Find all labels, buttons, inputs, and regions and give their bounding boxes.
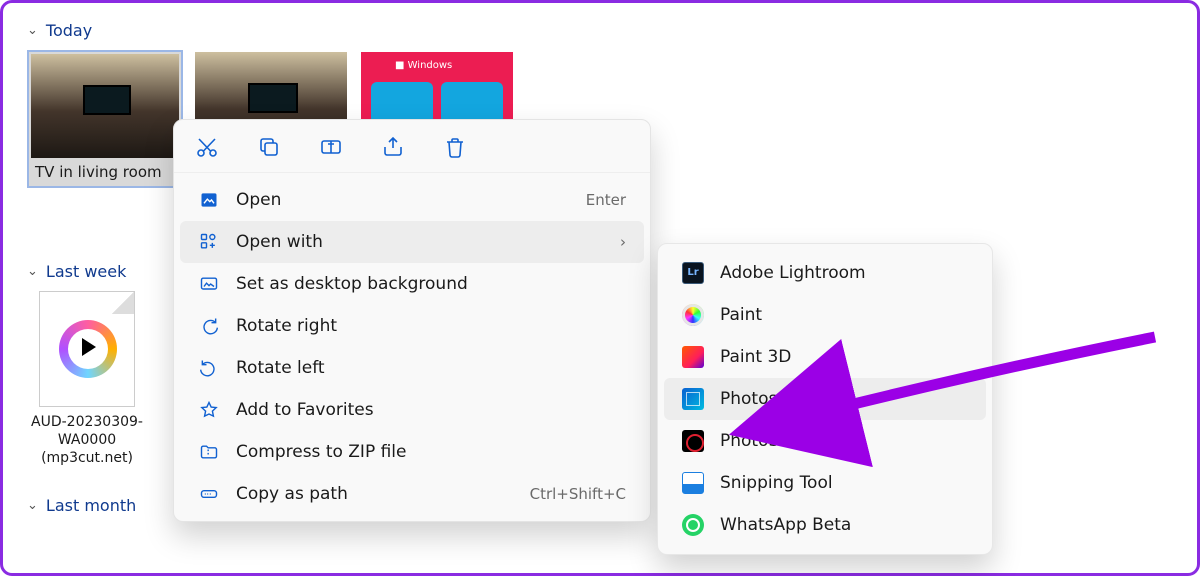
paint3d-icon [682, 346, 704, 368]
menu-zip-label: Compress to ZIP file [236, 442, 626, 462]
app-paint-label: Paint [720, 305, 762, 325]
app-snipping-label: Snipping Tool [720, 473, 833, 493]
thumbnail-tv-living-room[interactable]: TV in living room [27, 50, 183, 188]
menu-favorites-label: Add to Favorites [236, 400, 626, 420]
thumbnail-caption: TV in living room [29, 160, 181, 186]
menu-rotate-left-label: Rotate left [236, 358, 626, 378]
image-icon [198, 189, 220, 211]
snipping-icon [682, 472, 704, 494]
menu-copy-path-label: Copy as path [236, 484, 514, 504]
app-snipping[interactable]: Snipping Tool [664, 462, 986, 504]
chevron-down-icon: ⌄ [27, 498, 38, 513]
menu-open-hint: Enter [586, 191, 626, 209]
star-icon [198, 399, 220, 421]
photos-icon [682, 388, 704, 410]
zip-icon [198, 441, 220, 463]
context-menu: Open Enter Open with › Set as desktop ba… [173, 119, 651, 522]
photoscape-icon [682, 430, 704, 452]
file-icon [39, 291, 135, 407]
share-icon[interactable] [380, 134, 406, 160]
menu-set-bg-label: Set as desktop background [236, 274, 626, 294]
menu-zip[interactable]: Compress to ZIP file [180, 431, 644, 473]
paint-icon [682, 304, 704, 326]
app-paint3d-label: Paint 3D [720, 347, 791, 367]
background-icon [198, 273, 220, 295]
menu-open-with[interactable]: Open with › [180, 221, 644, 263]
app-lightroom[interactable]: Lr Adobe Lightroom [664, 252, 986, 294]
file-name-line1: AUD-20230309- [27, 413, 147, 431]
thumbnail-image [31, 54, 179, 158]
chevron-down-icon: ⌄ [27, 264, 38, 279]
menu-favorites[interactable]: Add to Favorites [180, 389, 644, 431]
app-whatsapp[interactable]: WhatsApp Beta [664, 504, 986, 546]
file-name-line2: WA0000 [27, 431, 147, 449]
whatsapp-icon [682, 514, 704, 536]
menu-copy-path-hint: Ctrl+Shift+C [530, 485, 626, 503]
open-with-icon [198, 231, 220, 253]
rotate-right-icon [198, 315, 220, 337]
menu-open[interactable]: Open Enter [180, 179, 644, 221]
rotate-left-icon [198, 357, 220, 379]
group-lastweek-label: Last week [46, 262, 126, 281]
menu-open-label: Open [236, 190, 570, 210]
app-photos-label: Photos [720, 389, 777, 409]
app-lightroom-label: Adobe Lightroom [720, 263, 866, 283]
rename-icon[interactable] [318, 134, 344, 160]
menu-rotate-left[interactable]: Rotate left [180, 347, 644, 389]
cut-icon[interactable] [194, 134, 220, 160]
chevron-down-icon: ⌄ [27, 23, 38, 38]
group-today-label: Today [46, 21, 92, 40]
path-icon [198, 483, 220, 505]
chevron-right-icon: › [620, 233, 626, 251]
menu-set-bg[interactable]: Set as desktop background [180, 263, 644, 305]
menu-rotate-right[interactable]: Rotate right [180, 305, 644, 347]
app-whatsapp-label: WhatsApp Beta [720, 515, 851, 535]
copy-icon[interactable] [256, 134, 282, 160]
file-name-line3: (mp3cut.net) [27, 449, 147, 467]
delete-icon[interactable] [442, 134, 468, 160]
group-today[interactable]: ⌄ Today [27, 21, 1173, 40]
group-lastmonth-label: Last month [46, 496, 136, 515]
menu-copy-path[interactable]: Copy as path Ctrl+Shift+C [180, 473, 644, 515]
lightroom-icon: Lr [682, 262, 704, 284]
menu-open-with-label: Open with [236, 232, 604, 252]
menu-rotate-right-label: Rotate right [236, 316, 626, 336]
audio-file[interactable]: AUD-20230309- WA0000 (mp3cut.net) [27, 291, 147, 468]
annotation-arrow [795, 329, 1175, 443]
